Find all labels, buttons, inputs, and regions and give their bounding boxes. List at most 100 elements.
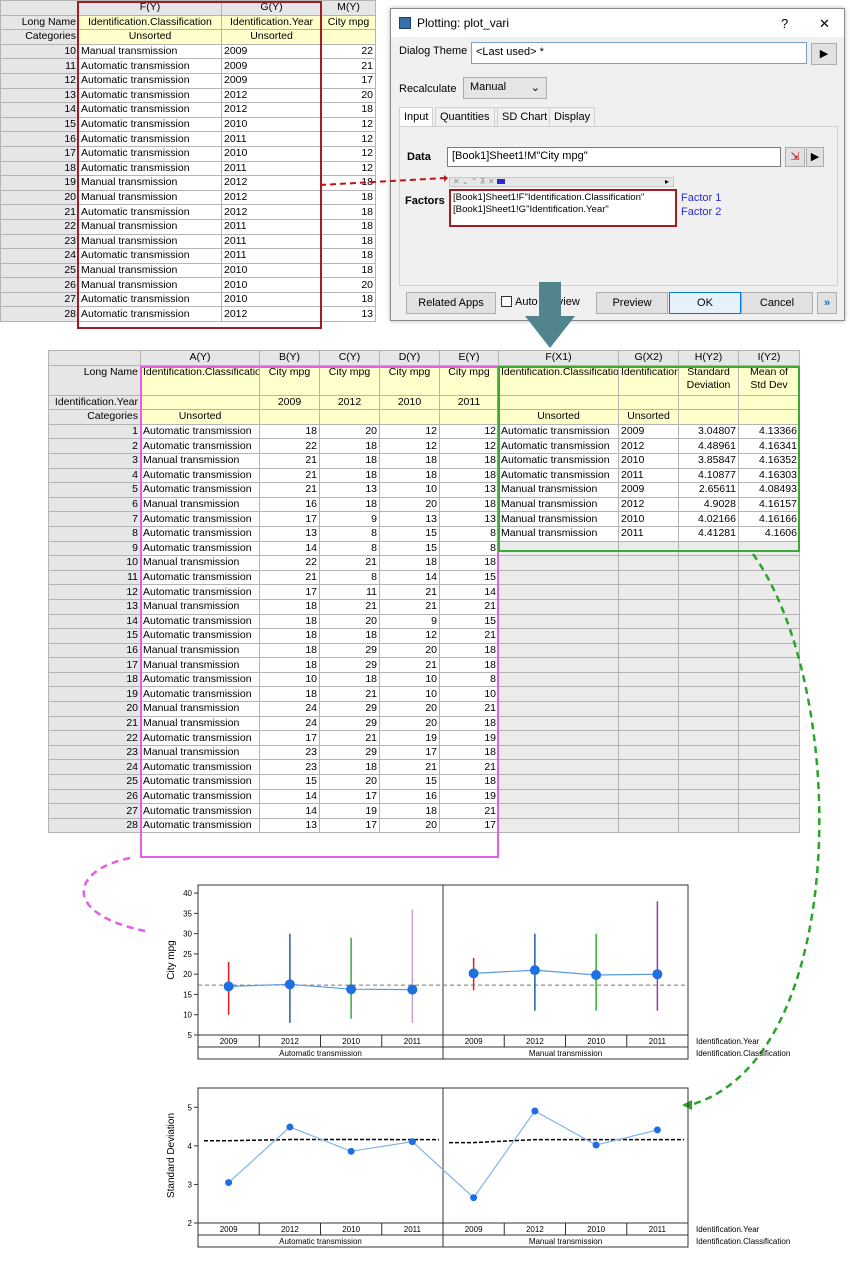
row-number[interactable]: 2: [48, 438, 141, 454]
column-header[interactable]: H(Y2): [678, 350, 739, 366]
red-connector: [319, 175, 448, 186]
column-header[interactable]: M(Y): [321, 0, 376, 16]
table-cell[interactable]: 20: [321, 87, 376, 104]
y-tick-label: 3: [188, 1180, 193, 1189]
table-cell[interactable]: 18: [321, 248, 376, 264]
category-label: 2012: [526, 1225, 544, 1234]
dialog-theme-input[interactable]: <Last used> *: [471, 42, 807, 64]
column-header[interactable]: A(Y): [140, 350, 260, 366]
row-number[interactable]: 16: [0, 131, 79, 147]
y-axis-label: City mpg: [166, 940, 177, 979]
related-apps-button[interactable]: Related Apps: [406, 292, 496, 314]
row-number[interactable]: 19: [0, 175, 79, 191]
auto-preview-checkbox[interactable]: [501, 296, 512, 307]
theme-arrow-button[interactable]: ▶: [811, 43, 837, 65]
data-select-button[interactable]: ⇲: [785, 147, 805, 167]
table-cell[interactable]: 18: [321, 102, 376, 118]
help-button[interactable]: ?: [781, 16, 788, 31]
row-number[interactable]: 10: [0, 43, 79, 60]
row-number[interactable]: 5: [48, 482, 141, 498]
row-number[interactable]: 11: [0, 58, 79, 74]
corner-cell[interactable]: [48, 350, 141, 366]
row-label[interactable]: Categories: [0, 29, 79, 45]
std-point: [653, 1126, 661, 1134]
column-header[interactable]: E(Y): [439, 350, 499, 366]
row-number[interactable]: 13: [0, 87, 79, 104]
table-cell[interactable]: 18: [321, 233, 376, 250]
corner-cell[interactable]: [0, 0, 79, 16]
category-label: 2011: [649, 1225, 667, 1234]
row-number[interactable]: 7: [48, 511, 141, 527]
y-tick-label: 20: [183, 970, 192, 979]
x-axis-label: Identification.Classification: [696, 1237, 790, 1246]
row-number[interactable]: 12: [0, 72, 79, 89]
factors-list[interactable]: [Book1]Sheet1!F"Identification.Classific…: [449, 189, 677, 227]
row-number[interactable]: 6: [48, 496, 141, 513]
column-header[interactable]: F(X1): [498, 350, 619, 366]
row-number[interactable]: 14: [0, 102, 79, 118]
row-number[interactable]: 18: [0, 160, 79, 177]
ok-button[interactable]: OK: [669, 292, 741, 314]
table-cell[interactable]: 21: [321, 58, 376, 74]
table-cell[interactable]: 12: [321, 116, 376, 133]
table-cell[interactable]: 18: [321, 204, 376, 220]
factor-2-item[interactable]: [Book1]Sheet1!G"Identification.Year": [453, 204, 673, 216]
row-number[interactable]: 15: [0, 116, 79, 133]
y-tick-label: 10: [183, 1011, 192, 1020]
row-number[interactable]: 1: [48, 423, 141, 440]
row-number[interactable]: 3: [48, 452, 141, 469]
factor-1-item[interactable]: [Book1]Sheet1!F"Identification.Classific…: [453, 192, 673, 204]
row-number[interactable]: 20: [0, 189, 79, 206]
table-cell[interactable]: 17: [321, 72, 376, 89]
toolbar-arrow-icon[interactable]: ▸: [665, 178, 669, 186]
row-number[interactable]: 22: [0, 218, 79, 235]
tab-input[interactable]: Input: [399, 107, 434, 127]
row-number[interactable]: 8: [48, 525, 141, 542]
row-number[interactable]: 28: [0, 306, 79, 323]
preview-button[interactable]: Preview: [596, 292, 668, 314]
table-cell[interactable]: 18: [321, 218, 376, 235]
row-number[interactable]: 25: [0, 262, 79, 279]
column-header[interactable]: G(X2): [618, 350, 679, 366]
row-label[interactable]: Identification.Year: [48, 394, 141, 411]
data-arrow-button[interactable]: ▶: [806, 147, 824, 167]
tab-sd-chart[interactable]: SD Chart: [497, 107, 553, 127]
column-header[interactable]: D(Y): [379, 350, 440, 366]
table-cell[interactable]: 18: [321, 262, 376, 279]
table-cell[interactable]: 20: [321, 277, 376, 293]
table-cell[interactable]: 12: [321, 131, 376, 147]
row-number[interactable]: 21: [0, 204, 79, 220]
row-number[interactable]: 23: [0, 233, 79, 250]
y-tick-label: 4: [188, 1142, 193, 1151]
row-label[interactable]: Long Name: [48, 364, 141, 396]
row-number[interactable]: 26: [0, 277, 79, 293]
meta-cell[interactable]: [321, 29, 376, 45]
table-cell[interactable]: 18: [321, 291, 376, 308]
table-cell[interactable]: 22: [321, 43, 376, 60]
column-header[interactable]: I(Y2): [738, 350, 800, 366]
table-cell[interactable]: 13: [321, 306, 376, 323]
table-cell[interactable]: 12: [321, 145, 376, 162]
plotting-dialog: Plotting: plot_vari ? ✕ Dialog Theme <La…: [390, 8, 845, 321]
more-button[interactable]: »: [817, 292, 837, 314]
meta-cell[interactable]: City mpg: [321, 14, 376, 31]
row-number[interactable]: 24: [0, 248, 79, 264]
column-header[interactable]: B(Y): [259, 350, 320, 366]
tab-display[interactable]: Display: [549, 107, 596, 127]
group-label: Automatic transmission: [279, 1049, 362, 1058]
column-header[interactable]: C(Y): [319, 350, 380, 366]
row-label[interactable]: Long Name: [0, 14, 79, 31]
row-label[interactable]: Categories: [48, 409, 141, 425]
x-axis-label: Identification.Year: [696, 1225, 760, 1234]
data-input[interactable]: [Book1]Sheet1!M"City mpg": [447, 147, 781, 167]
close-button[interactable]: ✕: [819, 16, 830, 32]
recalculate-select[interactable]: Manual ⌄: [463, 77, 547, 99]
row-number[interactable]: 27: [0, 291, 79, 308]
table-cell[interactable]: 12: [321, 160, 376, 177]
cancel-button[interactable]: Cancel: [741, 292, 813, 314]
down-arrow-icon: [525, 282, 575, 348]
mean-point: [468, 968, 479, 979]
row-number[interactable]: 4: [48, 467, 141, 484]
row-number[interactable]: 17: [0, 145, 79, 162]
tab-quantities[interactable]: Quantities: [435, 107, 495, 127]
